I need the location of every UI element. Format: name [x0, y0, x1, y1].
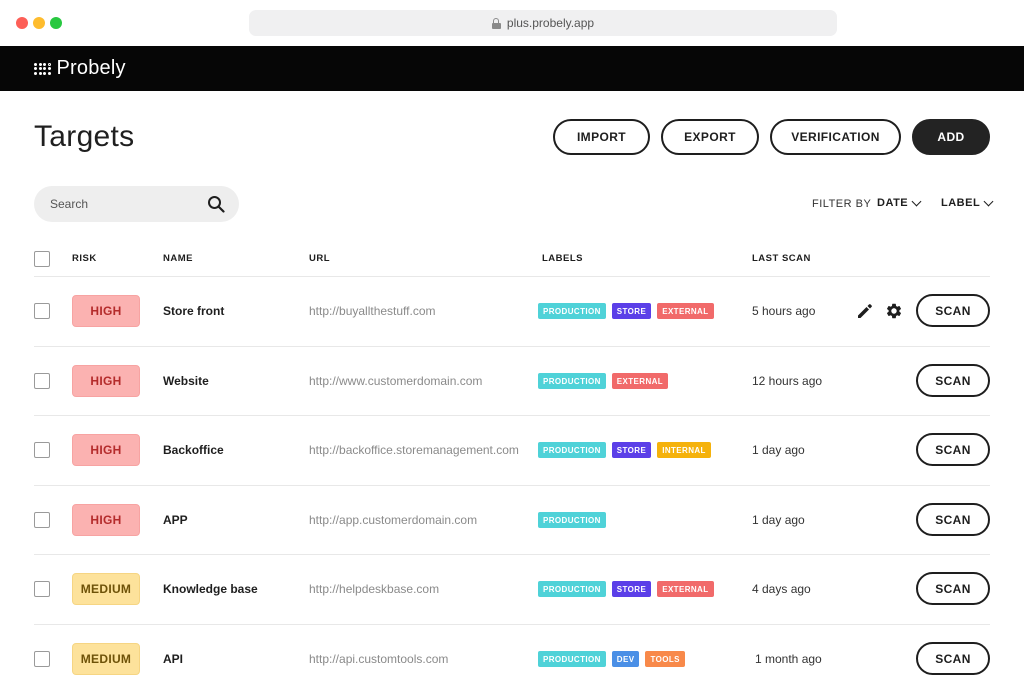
label-tag[interactable]: PRODUCTION: [538, 512, 606, 528]
probely-logo[interactable]: Probely: [34, 57, 126, 80]
last-scan-time: 5 hours ago: [752, 304, 816, 318]
scan-button[interactable]: SCAN: [916, 572, 990, 605]
scan-button[interactable]: SCAN: [916, 364, 990, 397]
filter-by-label: FILTER BY: [812, 198, 872, 210]
column-header-name[interactable]: NAME: [163, 253, 193, 264]
row-divider: [34, 346, 990, 347]
label-tag[interactable]: PRODUCTION: [538, 651, 606, 667]
target-url: http://app.customerdomain.com: [309, 513, 478, 527]
verification-button[interactable]: VERIFICATION: [770, 119, 901, 155]
page-title: Targets: [34, 120, 135, 153]
target-name[interactable]: Knowledge base: [163, 582, 258, 596]
search-input[interactable]: [50, 195, 200, 213]
column-header-url[interactable]: URL: [309, 253, 330, 264]
column-header-labels[interactable]: LABELS: [542, 253, 583, 264]
risk-badge: HIGH: [72, 504, 140, 536]
risk-badge: MEDIUM: [72, 573, 140, 605]
label-tag[interactable]: DEV: [611, 651, 640, 667]
labels-list: PRODUCTION STORE INTERNAL: [538, 442, 711, 458]
label-tag[interactable]: PRODUCTION: [538, 581, 606, 597]
target-url: http://www.customerdomain.com: [309, 374, 483, 388]
last-scan-time: 1 day ago: [752, 513, 805, 527]
labels-list: PRODUCTION DEV TOOLS: [538, 651, 685, 667]
labels-list: PRODUCTION STORE EXTERNAL: [538, 581, 714, 597]
label-tag[interactable]: STORE: [611, 303, 652, 319]
chevron-down-icon: [911, 196, 922, 206]
search-box: [34, 186, 239, 222]
label-tag[interactable]: STORE: [611, 442, 652, 458]
row-checkbox[interactable]: [34, 581, 50, 597]
risk-badge: HIGH: [72, 365, 140, 397]
browser-chrome: plus.probely.app: [0, 0, 1024, 46]
row-checkbox[interactable]: [34, 442, 50, 458]
target-url: http://api.customtools.com: [309, 652, 449, 666]
filter-label-label: LABEL: [941, 197, 981, 209]
window-zoom-button[interactable]: [50, 17, 62, 29]
last-scan-time: 1 month ago: [755, 652, 822, 666]
row-checkbox[interactable]: [34, 373, 50, 389]
row-checkbox[interactable]: [34, 303, 50, 319]
scan-button[interactable]: SCAN: [916, 503, 990, 536]
labels-list: PRODUCTION: [538, 512, 606, 528]
label-tag[interactable]: STORE: [611, 581, 652, 597]
label-tag[interactable]: EXTERNAL: [657, 581, 714, 597]
target-name[interactable]: API: [163, 652, 183, 666]
target-name[interactable]: Website: [163, 374, 209, 388]
app-header: Probely: [0, 46, 1024, 91]
brand-name: Probely: [56, 57, 126, 79]
risk-badge: HIGH: [72, 434, 140, 466]
row-divider: [34, 624, 990, 625]
window-close-button[interactable]: [16, 17, 28, 29]
address-bar-url: plus.probely.app: [506, 16, 595, 30]
logo-mark-icon: [34, 62, 51, 75]
filter-label-dropdown[interactable]: LABEL: [941, 196, 994, 209]
filter-date-label: DATE: [877, 197, 909, 209]
export-button[interactable]: EXPORT: [661, 119, 759, 155]
select-all-checkbox[interactable]: [34, 251, 50, 267]
column-header-risk[interactable]: RISK: [72, 253, 97, 264]
header-divider: [34, 276, 990, 277]
lock-icon: [491, 17, 501, 29]
row-divider: [34, 415, 990, 416]
scan-button[interactable]: SCAN: [916, 294, 990, 327]
filter-date-dropdown[interactable]: DATE: [877, 196, 922, 209]
row-checkbox[interactable]: [34, 512, 50, 528]
target-url: http://backoffice.storemanagement.com: [309, 443, 519, 457]
target-name[interactable]: APP: [163, 513, 188, 527]
edit-icon[interactable]: [856, 302, 874, 320]
last-scan-time: 4 days ago: [752, 582, 811, 596]
risk-badge: MEDIUM: [72, 643, 140, 675]
row-divider: [34, 485, 990, 486]
label-tag[interactable]: EXTERNAL: [611, 373, 669, 389]
target-url: http://helpdeskbase.com: [309, 582, 440, 596]
risk-badge: HIGH: [72, 295, 140, 327]
row-checkbox[interactable]: [34, 651, 50, 667]
label-tag[interactable]: TOOLS: [645, 651, 685, 667]
gear-icon[interactable]: [885, 302, 903, 320]
labels-list: PRODUCTION EXTERNAL: [538, 373, 669, 389]
target-name[interactable]: Store front: [163, 304, 224, 318]
add-target-button[interactable]: ADD: [912, 119, 990, 155]
scan-button[interactable]: SCAN: [916, 642, 990, 675]
chevron-down-icon: [983, 196, 994, 206]
import-button[interactable]: IMPORT: [553, 119, 650, 155]
column-header-last-scan[interactable]: LAST SCAN: [752, 253, 811, 264]
label-tag[interactable]: PRODUCTION: [538, 442, 606, 458]
search-icon[interactable]: [207, 195, 225, 213]
last-scan-time: 12 hours ago: [752, 374, 823, 388]
target-url: http://buyallthestuff.com: [309, 304, 436, 318]
label-tag[interactable]: PRODUCTION: [538, 303, 606, 319]
label-tag[interactable]: EXTERNAL: [657, 303, 714, 319]
labels-list: PRODUCTION STORE EXTERNAL: [538, 303, 714, 319]
scan-button[interactable]: SCAN: [916, 433, 990, 466]
row-divider: [34, 554, 990, 555]
last-scan-time: 1 day ago: [752, 443, 805, 457]
window-minimize-button[interactable]: [33, 17, 45, 29]
label-tag[interactable]: PRODUCTION: [538, 373, 606, 389]
target-name[interactable]: Backoffice: [163, 443, 224, 457]
address-bar[interactable]: plus.probely.app: [249, 10, 837, 36]
label-tag[interactable]: INTERNAL: [657, 442, 711, 458]
